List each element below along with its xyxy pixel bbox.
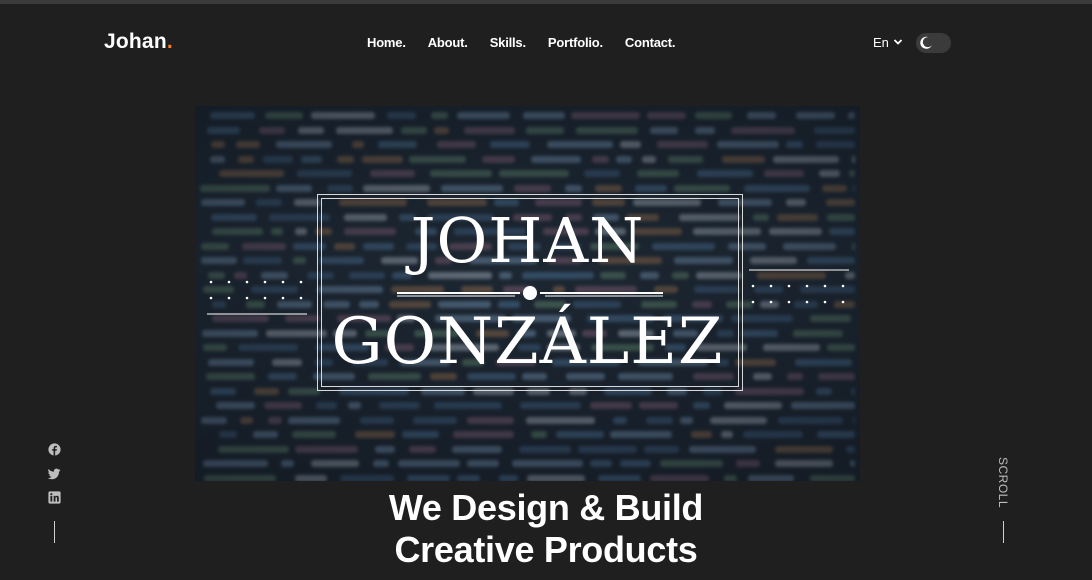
nav-about[interactable]: About.: [428, 35, 468, 50]
nav-home[interactable]: Home.: [367, 35, 406, 50]
nav-skills[interactable]: Skills.: [490, 35, 526, 50]
language-label: En: [873, 35, 889, 50]
twitter-icon[interactable]: [48, 467, 61, 480]
language-selector[interactable]: En: [873, 35, 903, 50]
chevron-down-icon: [893, 35, 903, 50]
name-divider: [397, 286, 663, 300]
moon-icon: [918, 35, 934, 51]
nav-portfolio[interactable]: Portfolio.: [548, 35, 603, 50]
nav-contact[interactable]: Contact.: [625, 35, 676, 50]
right-ornament: [749, 269, 849, 304]
left-ornament: [207, 280, 307, 315]
facebook-icon[interactable]: [48, 443, 61, 456]
brand-dot: .: [166, 30, 173, 53]
headline-line-1: We Design & Build: [388, 487, 704, 528]
theme-toggle[interactable]: [916, 33, 951, 53]
top-border: [0, 0, 1092, 4]
main-nav: Home. About. Skills. Portfolio. Contact.: [367, 35, 676, 50]
brand-name: Johan: [104, 30, 167, 53]
hero-image: JOHAN GONZÁLEZ: [195, 106, 860, 481]
hero-headline: We Design & Build Creative Products: [0, 487, 1092, 571]
headline-line-2: Creative Products: [394, 529, 698, 570]
brand-logo[interactable]: Johan.: [104, 30, 173, 54]
